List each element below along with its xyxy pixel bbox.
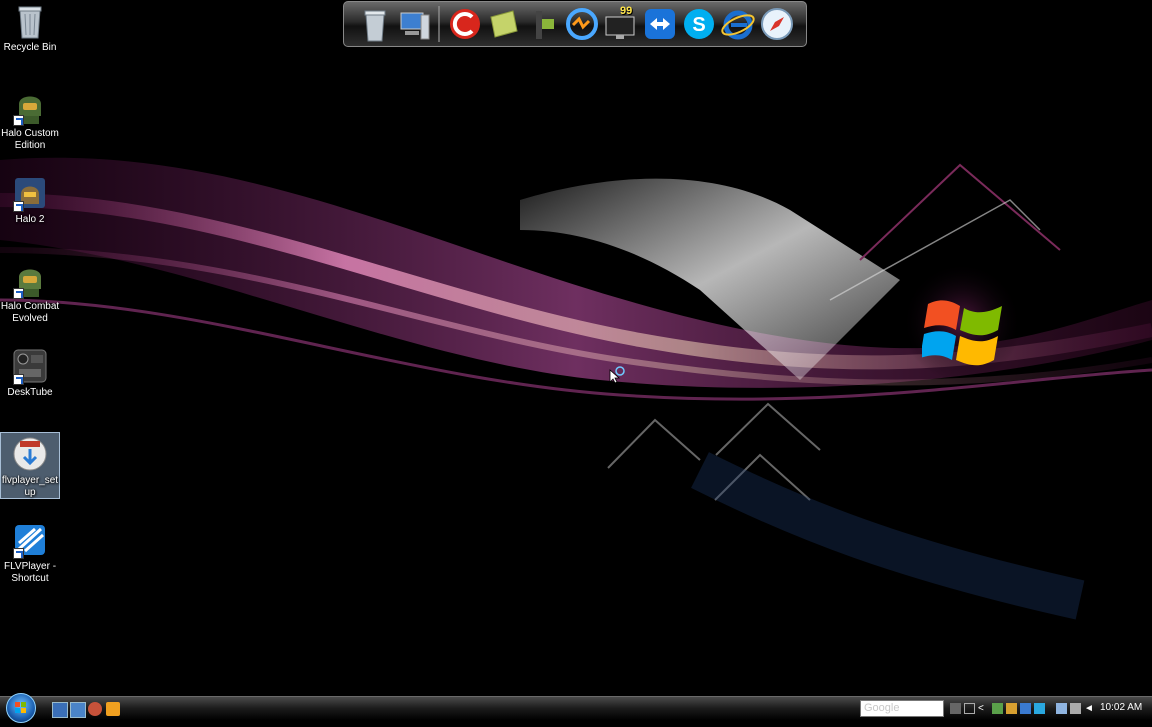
halo-2-icon	[11, 174, 49, 212]
media-player-icon[interactable]	[106, 702, 120, 716]
search-placeholder: Google	[864, 702, 900, 714]
tray-expand-chevron-icon[interactable]: <	[978, 703, 989, 714]
desktop-icon-desktube[interactable]: DeskTube	[0, 345, 60, 399]
desktop-icon-label: Recycle Bin	[3, 42, 57, 53]
desktop-icon-halo-combat-evolved[interactable]: Halo Combat Evolved	[0, 259, 60, 325]
search-icon[interactable]	[930, 701, 942, 714]
recycle-bin-icon[interactable]	[356, 5, 394, 43]
desktop-icon-flvplayer-setup[interactable]: flvplayer_setup	[0, 432, 60, 499]
taskbar: Google < ◄ 10:02 AM	[0, 693, 1152, 723]
shortcut-arrow-icon	[13, 374, 24, 385]
toolbar-options-icon[interactable]	[950, 703, 961, 714]
desktop-icon-label: Halo Custom Edition	[1, 128, 59, 151]
show-desktop-icon[interactable]	[52, 702, 68, 718]
desktop-icon-label: DeskTube	[7, 387, 53, 398]
svg-text:S: S	[692, 14, 705, 36]
windows-logo	[922, 300, 1002, 366]
halo-helmet-icon	[11, 261, 49, 299]
computer-icon[interactable]	[395, 5, 433, 43]
desktop-icon-halo-custom-edition[interactable]: Halo Custom Edition	[0, 86, 60, 152]
media-icon[interactable]	[524, 5, 562, 43]
switch-windows-icon[interactable]	[70, 702, 86, 718]
safari-icon[interactable]	[758, 5, 796, 43]
tray-icon-3[interactable]	[1020, 703, 1031, 714]
clock[interactable]: 10:02 AM	[1100, 702, 1142, 713]
dock-separator	[438, 6, 440, 42]
application-dock: 99 S	[343, 1, 807, 47]
busy-cursor	[609, 366, 625, 384]
tray-icon-4[interactable]	[1034, 703, 1045, 714]
desktube-icon	[11, 347, 49, 385]
flvplayer-icon	[11, 521, 49, 559]
volume-icon[interactable]: ◄	[1084, 703, 1095, 714]
sync-icon[interactable]	[563, 5, 601, 43]
desktop-icon-label: Halo 2	[15, 214, 45, 225]
network-icon[interactable]	[1056, 703, 1067, 714]
halo-helmet-icon	[11, 88, 49, 126]
teamviewer-icon[interactable]	[641, 5, 679, 43]
notes-icon[interactable]	[485, 5, 523, 43]
shortcut-arrow-icon	[13, 288, 24, 299]
desktop-icon-label: Halo Combat Evolved	[0, 301, 60, 324]
tray-icon-1[interactable]	[992, 703, 1003, 714]
desktop-icon-label: FLVPlayer - Shortcut	[3, 561, 57, 584]
desktop-icon-flvplayer-shortcut[interactable]: FLVPlayer - Shortcut	[0, 519, 60, 585]
desktop-icon-halo-2[interactable]: Halo 2	[0, 172, 60, 226]
monitor-badge: 99	[620, 5, 633, 17]
shortcut-arrow-icon	[13, 548, 24, 559]
tray-icon-5[interactable]	[1070, 703, 1081, 714]
installer-icon	[11, 435, 49, 473]
windows-start-icon	[15, 702, 26, 713]
recycle-bin-icon	[11, 2, 49, 40]
quick-launch-app-icon[interactable]	[88, 702, 102, 716]
shortcut-arrow-icon	[13, 201, 24, 212]
desktop-icon-label: flvplayer_setup	[1, 475, 59, 498]
toolbar-restore-icon[interactable]	[964, 703, 975, 714]
internet-explorer-icon[interactable]	[719, 5, 757, 43]
tray-icon-2[interactable]	[1006, 703, 1017, 714]
desktop-icon-recycle-bin[interactable]: Recycle Bin	[0, 0, 60, 54]
skype-icon[interactable]: S	[680, 5, 718, 43]
shortcut-arrow-icon	[13, 115, 24, 126]
ccleaner-icon[interactable]	[446, 5, 484, 43]
start-button[interactable]	[6, 693, 36, 723]
monitor-icon[interactable]: 99	[602, 5, 640, 43]
